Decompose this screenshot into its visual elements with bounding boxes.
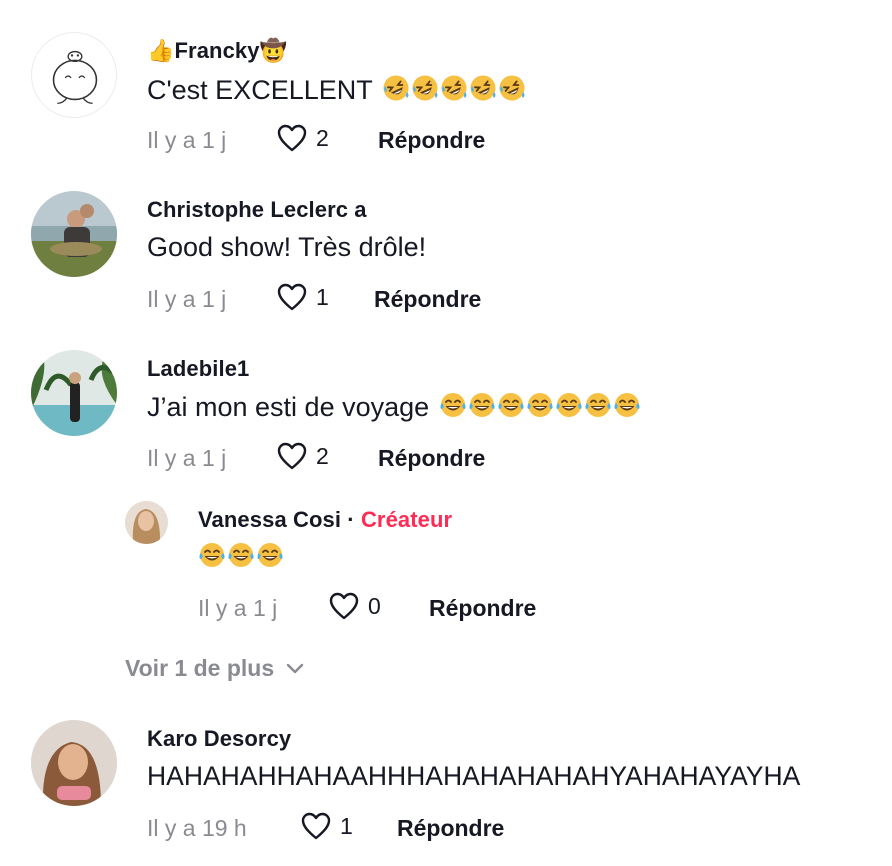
- comment-username[interactable]: Christophe Leclerc a: [147, 197, 367, 223]
- comment-username[interactable]: Karo Desorcy: [147, 726, 291, 752]
- comment-username[interactable]: 👍Francky🤠: [147, 38, 287, 64]
- reply-button[interactable]: Répondre: [397, 815, 504, 842]
- joy-emoji-icon: [613, 391, 641, 419]
- comment-text: C'est EXCELLENT: [147, 74, 527, 106]
- like-button[interactable]: 1: [300, 811, 353, 841]
- joy-emoji-row: [198, 542, 285, 572]
- like-button[interactable]: 2: [276, 441, 329, 471]
- like-count: 1: [316, 283, 329, 310]
- doodle-avatar-image: [52, 50, 98, 105]
- reply-button[interactable]: Répondre: [429, 595, 536, 622]
- joy-emoji-icon: [439, 391, 467, 419]
- heart-icon: [276, 282, 308, 312]
- avatar[interactable]: [31, 720, 117, 806]
- rofl-emoji-icon: [411, 74, 439, 102]
- heart-icon: [276, 123, 308, 153]
- comment-time: Il y a 1 j: [147, 127, 227, 153]
- avatar[interactable]: [125, 501, 168, 544]
- comment-text-body: C'est EXCELLENT: [147, 75, 373, 105]
- reply-button[interactable]: Répondre: [374, 286, 481, 313]
- comment-time: Il y a 19 h: [147, 815, 247, 841]
- comment-username[interactable]: Ladebile1: [147, 356, 249, 382]
- joy-emoji-icon: [497, 391, 525, 419]
- avatar[interactable]: [31, 350, 117, 436]
- joy-emoji-icon: [256, 541, 284, 569]
- comment-text: HAHAHAHHAHAAHHHAHAHAHAHAHYAHAHAYAYHA: [147, 761, 801, 791]
- rofl-emoji-icon: [469, 74, 497, 102]
- view-more-replies-button[interactable]: Voir 1 de plus: [125, 655, 304, 682]
- joy-emoji-icon: [198, 541, 226, 569]
- joy-emoji-icon: [526, 391, 554, 419]
- like-button[interactable]: 1: [276, 282, 329, 312]
- joy-emoji-row: [439, 392, 642, 422]
- like-button[interactable]: 0: [328, 591, 381, 621]
- like-count: 1: [340, 812, 353, 839]
- like-count: 2: [316, 124, 329, 151]
- like-button[interactable]: 2: [276, 123, 329, 153]
- reply-header: Vanessa Cosi · Créateur: [198, 507, 452, 533]
- comment-text: J’ai mon esti de voyage: [147, 391, 642, 423]
- comment-time: Il y a 1 j: [198, 595, 278, 621]
- comment-text: Good show! Très drôle!: [147, 232, 427, 262]
- comment-time: Il y a 1 j: [147, 286, 227, 312]
- like-count: 0: [368, 592, 381, 619]
- heart-icon: [276, 441, 308, 471]
- heart-icon: [328, 591, 360, 621]
- rofl-emoji-row: [382, 75, 527, 105]
- chevron-down-icon: [286, 663, 304, 673]
- joy-emoji-icon: [555, 391, 583, 419]
- joy-emoji-icon: [227, 541, 255, 569]
- comment-time: Il y a 1 j: [147, 445, 227, 471]
- comment-text-body: J’ai mon esti de voyage: [147, 392, 430, 422]
- rofl-emoji-icon: [440, 74, 468, 102]
- avatar[interactable]: [31, 32, 117, 118]
- like-count: 2: [316, 442, 329, 469]
- view-more-label: Voir 1 de plus: [125, 655, 275, 681]
- rofl-emoji-icon: [498, 74, 526, 102]
- creator-badge: Créateur: [360, 507, 453, 532]
- portrait-avatar-image: [125, 501, 168, 544]
- separator-dot: ·: [347, 507, 355, 532]
- joy-emoji-icon: [584, 391, 612, 419]
- rofl-emoji-icon: [382, 74, 410, 102]
- reply-button[interactable]: Répondre: [378, 445, 485, 472]
- joy-emoji-icon: [468, 391, 496, 419]
- beach-photo-avatar-image: [31, 350, 117, 436]
- comment-text: [198, 541, 285, 573]
- heart-icon: [300, 811, 332, 841]
- reply-button[interactable]: Répondre: [378, 127, 485, 154]
- comment-username[interactable]: Vanessa Cosi: [198, 507, 341, 532]
- fishing-photo-avatar-image: [31, 191, 117, 277]
- avatar[interactable]: [31, 191, 117, 277]
- selfie-photo-avatar-image: [31, 720, 117, 806]
